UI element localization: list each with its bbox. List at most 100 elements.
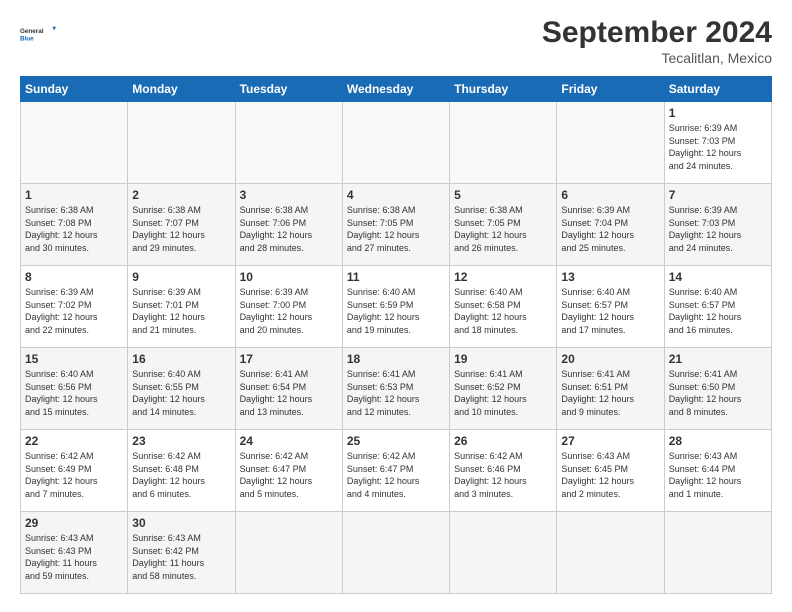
svg-text:General: General bbox=[20, 28, 44, 35]
col-monday: Monday bbox=[128, 77, 235, 102]
calendar-cell: 15 Sunrise: 6:40 AMSunset: 6:56 PMDaylig… bbox=[21, 348, 128, 430]
day-number: 9 bbox=[132, 270, 230, 284]
calendar-cell bbox=[235, 512, 342, 594]
calendar-cell: 30 Sunrise: 6:43 AMSunset: 6:42 PMDaylig… bbox=[128, 512, 235, 594]
calendar-week-6: 29 Sunrise: 6:43 AMSunset: 6:43 PMDaylig… bbox=[21, 512, 772, 594]
day-info: Sunrise: 6:38 AMSunset: 7:05 PMDaylight:… bbox=[454, 204, 552, 254]
calendar-cell: 14 Sunrise: 6:40 AMSunset: 6:57 PMDaylig… bbox=[664, 266, 771, 348]
day-number: 15 bbox=[25, 352, 123, 366]
month-title: September 2024 bbox=[542, 16, 772, 50]
day-info: Sunrise: 6:40 AMSunset: 6:55 PMDaylight:… bbox=[132, 368, 230, 418]
day-number: 12 bbox=[454, 270, 552, 284]
calendar-cell: 3 Sunrise: 6:38 AMSunset: 7:06 PMDayligh… bbox=[235, 184, 342, 266]
day-info: Sunrise: 6:39 AMSunset: 7:00 PMDaylight:… bbox=[240, 286, 338, 336]
calendar-cell bbox=[557, 512, 664, 594]
calendar-week-3: 8 Sunrise: 6:39 AMSunset: 7:02 PMDayligh… bbox=[21, 266, 772, 348]
day-number: 20 bbox=[561, 352, 659, 366]
day-number: 22 bbox=[25, 434, 123, 448]
calendar-cell: 10 Sunrise: 6:39 AMSunset: 7:00 PMDaylig… bbox=[235, 266, 342, 348]
col-thursday: Thursday bbox=[450, 77, 557, 102]
day-number: 18 bbox=[347, 352, 445, 366]
day-info: Sunrise: 6:43 AMSunset: 6:44 PMDaylight:… bbox=[669, 450, 767, 500]
title-block: September 2024 Tecalitlan, Mexico bbox=[542, 16, 772, 66]
day-info: Sunrise: 6:42 AMSunset: 6:49 PMDaylight:… bbox=[25, 450, 123, 500]
page-header: General Blue September 2024 Tecalitlan, … bbox=[20, 16, 772, 66]
calendar-week-2: 1 Sunrise: 6:38 AMSunset: 7:08 PMDayligh… bbox=[21, 184, 772, 266]
day-info: Sunrise: 6:41 AMSunset: 6:51 PMDaylight:… bbox=[561, 368, 659, 418]
calendar-cell: 18 Sunrise: 6:41 AMSunset: 6:53 PMDaylig… bbox=[342, 348, 449, 430]
day-info: Sunrise: 6:42 AMSunset: 6:47 PMDaylight:… bbox=[240, 450, 338, 500]
day-info: Sunrise: 6:42 AMSunset: 6:47 PMDaylight:… bbox=[347, 450, 445, 500]
day-number: 29 bbox=[25, 516, 123, 530]
day-number: 1 bbox=[669, 106, 767, 120]
day-number: 28 bbox=[669, 434, 767, 448]
day-number: 6 bbox=[561, 188, 659, 202]
day-info: Sunrise: 6:38 AMSunset: 7:06 PMDaylight:… bbox=[240, 204, 338, 254]
day-info: Sunrise: 6:39 AMSunset: 7:03 PMDaylight:… bbox=[669, 122, 767, 172]
col-saturday: Saturday bbox=[664, 77, 771, 102]
day-number: 24 bbox=[240, 434, 338, 448]
calendar-cell: 20 Sunrise: 6:41 AMSunset: 6:51 PMDaylig… bbox=[557, 348, 664, 430]
calendar-cell: 28 Sunrise: 6:43 AMSunset: 6:44 PMDaylig… bbox=[664, 430, 771, 512]
day-info: Sunrise: 6:41 AMSunset: 6:52 PMDaylight:… bbox=[454, 368, 552, 418]
calendar-cell: 12 Sunrise: 6:40 AMSunset: 6:58 PMDaylig… bbox=[450, 266, 557, 348]
calendar-cell: 7 Sunrise: 6:39 AMSunset: 7:03 PMDayligh… bbox=[664, 184, 771, 266]
calendar-cell: 1 Sunrise: 6:39 AMSunset: 7:03 PMDayligh… bbox=[664, 102, 771, 184]
day-info: Sunrise: 6:39 AMSunset: 7:02 PMDaylight:… bbox=[25, 286, 123, 336]
calendar-cell: 9 Sunrise: 6:39 AMSunset: 7:01 PMDayligh… bbox=[128, 266, 235, 348]
day-number: 17 bbox=[240, 352, 338, 366]
day-info: Sunrise: 6:42 AMSunset: 6:46 PMDaylight:… bbox=[454, 450, 552, 500]
logo: General Blue bbox=[20, 16, 56, 52]
calendar-cell bbox=[21, 102, 128, 184]
day-info: Sunrise: 6:40 AMSunset: 6:58 PMDaylight:… bbox=[454, 286, 552, 336]
calendar-cell: 21 Sunrise: 6:41 AMSunset: 6:50 PMDaylig… bbox=[664, 348, 771, 430]
day-number: 7 bbox=[669, 188, 767, 202]
day-number: 27 bbox=[561, 434, 659, 448]
day-number: 2 bbox=[132, 188, 230, 202]
day-number: 30 bbox=[132, 516, 230, 530]
calendar-cell: 11 Sunrise: 6:40 AMSunset: 6:59 PMDaylig… bbox=[342, 266, 449, 348]
calendar-week-5: 22 Sunrise: 6:42 AMSunset: 6:49 PMDaylig… bbox=[21, 430, 772, 512]
calendar-cell: 8 Sunrise: 6:39 AMSunset: 7:02 PMDayligh… bbox=[21, 266, 128, 348]
day-info: Sunrise: 6:41 AMSunset: 6:53 PMDaylight:… bbox=[347, 368, 445, 418]
day-info: Sunrise: 6:40 AMSunset: 6:57 PMDaylight:… bbox=[669, 286, 767, 336]
calendar-cell: 17 Sunrise: 6:41 AMSunset: 6:54 PMDaylig… bbox=[235, 348, 342, 430]
day-info: Sunrise: 6:38 AMSunset: 7:05 PMDaylight:… bbox=[347, 204, 445, 254]
col-wednesday: Wednesday bbox=[342, 77, 449, 102]
day-number: 16 bbox=[132, 352, 230, 366]
header-row: Sunday Monday Tuesday Wednesday Thursday… bbox=[21, 77, 772, 102]
day-info: Sunrise: 6:43 AMSunset: 6:42 PMDaylight:… bbox=[132, 532, 230, 582]
day-info: Sunrise: 6:40 AMSunset: 6:57 PMDaylight:… bbox=[561, 286, 659, 336]
calendar-cell: 25 Sunrise: 6:42 AMSunset: 6:47 PMDaylig… bbox=[342, 430, 449, 512]
calendar-cell bbox=[664, 512, 771, 594]
day-info: Sunrise: 6:38 AMSunset: 7:08 PMDaylight:… bbox=[25, 204, 123, 254]
day-number: 8 bbox=[25, 270, 123, 284]
location-subtitle: Tecalitlan, Mexico bbox=[542, 50, 772, 66]
col-sunday: Sunday bbox=[21, 77, 128, 102]
day-number: 26 bbox=[454, 434, 552, 448]
day-number: 1 bbox=[25, 188, 123, 202]
calendar-cell: 26 Sunrise: 6:42 AMSunset: 6:46 PMDaylig… bbox=[450, 430, 557, 512]
calendar-week-4: 15 Sunrise: 6:40 AMSunset: 6:56 PMDaylig… bbox=[21, 348, 772, 430]
calendar-body: 1 Sunrise: 6:39 AMSunset: 7:03 PMDayligh… bbox=[21, 102, 772, 594]
calendar-cell bbox=[128, 102, 235, 184]
day-info: Sunrise: 6:38 AMSunset: 7:07 PMDaylight:… bbox=[132, 204, 230, 254]
day-info: Sunrise: 6:42 AMSunset: 6:48 PMDaylight:… bbox=[132, 450, 230, 500]
calendar-cell: 13 Sunrise: 6:40 AMSunset: 6:57 PMDaylig… bbox=[557, 266, 664, 348]
svg-text:Blue: Blue bbox=[20, 35, 34, 42]
day-info: Sunrise: 6:39 AMSunset: 7:03 PMDaylight:… bbox=[669, 204, 767, 254]
col-tuesday: Tuesday bbox=[235, 77, 342, 102]
calendar-cell: 16 Sunrise: 6:40 AMSunset: 6:55 PMDaylig… bbox=[128, 348, 235, 430]
day-number: 3 bbox=[240, 188, 338, 202]
calendar-cell bbox=[235, 102, 342, 184]
calendar-cell: 5 Sunrise: 6:38 AMSunset: 7:05 PMDayligh… bbox=[450, 184, 557, 266]
col-friday: Friday bbox=[557, 77, 664, 102]
calendar-cell: 4 Sunrise: 6:38 AMSunset: 7:05 PMDayligh… bbox=[342, 184, 449, 266]
calendar-cell bbox=[342, 102, 449, 184]
day-info: Sunrise: 6:40 AMSunset: 6:59 PMDaylight:… bbox=[347, 286, 445, 336]
day-number: 13 bbox=[561, 270, 659, 284]
day-info: Sunrise: 6:43 AMSunset: 6:45 PMDaylight:… bbox=[561, 450, 659, 500]
day-number: 25 bbox=[347, 434, 445, 448]
calendar-cell bbox=[342, 512, 449, 594]
calendar-cell bbox=[450, 102, 557, 184]
